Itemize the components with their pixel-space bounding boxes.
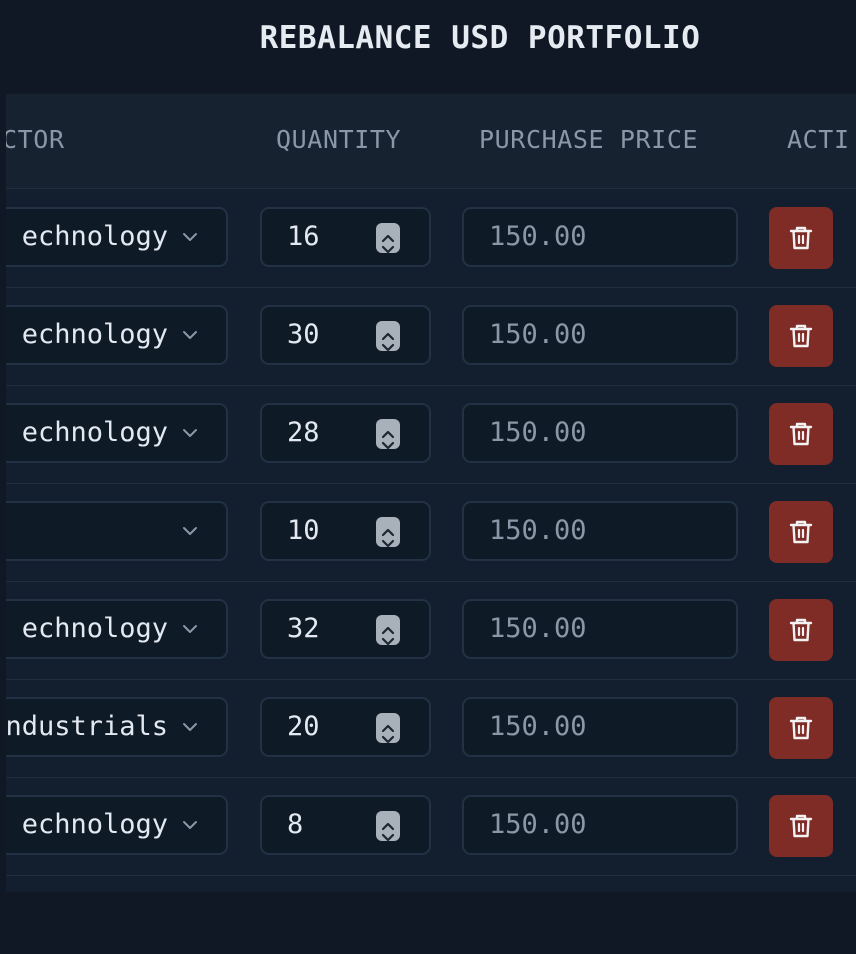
purchase-price-value: 150.00 xyxy=(489,809,587,840)
purchase-price-value: 150.00 xyxy=(489,515,587,546)
table-row: 10 150.00 xyxy=(6,483,856,582)
table-row: echnology 16 150.00 xyxy=(6,189,856,288)
table-header: CTOR QUANTITY PURCHASE PRICE ACTI xyxy=(6,94,856,189)
delete-row-button[interactable] xyxy=(769,795,833,857)
quantity-value: 16 xyxy=(287,221,320,252)
column-header-actions: ACTI xyxy=(787,125,850,154)
spinner-arrows-icon[interactable] xyxy=(376,517,400,548)
spinner-arrows-icon[interactable] xyxy=(376,811,400,842)
quantity-value: 10 xyxy=(287,515,320,546)
spinner-arrows-icon[interactable] xyxy=(376,321,400,352)
sector-select[interactable]: echnology xyxy=(6,403,228,463)
trash-icon xyxy=(789,814,813,838)
table-row: echnology 28 150.00 xyxy=(6,385,856,484)
sector-select[interactable]: echnology xyxy=(6,207,228,267)
quantity-value: 8 xyxy=(287,809,304,840)
sector-select-value: echnology xyxy=(21,319,168,350)
table-row: echnology 8 150.00 xyxy=(6,777,856,876)
quantity-stepper[interactable]: 10 xyxy=(260,501,431,561)
quantity-stepper[interactable]: 28 xyxy=(260,403,431,463)
sector-select[interactable]: echnology xyxy=(6,599,228,659)
purchase-price-value: 150.00 xyxy=(489,711,587,742)
column-header-quantity: QUANTITY xyxy=(276,125,402,154)
purchase-price-input[interactable]: 150.00 xyxy=(462,697,738,757)
spinner-arrows-icon[interactable] xyxy=(376,713,400,744)
purchase-price-input[interactable]: 150.00 xyxy=(462,501,738,561)
page-title: REBALANCE USD PORTFOLIO xyxy=(259,20,701,56)
quantity-stepper[interactable]: 8 xyxy=(260,795,431,855)
sector-select-value: echnology xyxy=(21,613,168,644)
delete-row-button[interactable] xyxy=(769,599,833,661)
quantity-stepper[interactable]: 16 xyxy=(260,207,431,267)
purchase-price-value: 150.00 xyxy=(489,221,587,252)
quantity-stepper[interactable]: 30 xyxy=(260,305,431,365)
trash-icon xyxy=(789,226,813,250)
sector-select[interactable]: echnology xyxy=(6,795,228,855)
purchase-price-value: 150.00 xyxy=(489,613,587,644)
sector-select-value: echnology xyxy=(21,417,168,448)
chevron-down-icon xyxy=(183,429,197,437)
column-header-purchase-price: PURCHASE PRICE xyxy=(479,125,699,154)
chevron-down-icon xyxy=(183,527,197,535)
sector-select-value: ndustrials xyxy=(6,711,168,742)
quantity-value: 32 xyxy=(287,613,320,644)
table-row xyxy=(6,875,856,892)
purchase-price-value: 150.00 xyxy=(489,417,587,448)
quantity-stepper[interactable]: 32 xyxy=(260,599,431,659)
purchase-price-input[interactable]: 150.00 xyxy=(462,305,738,365)
trash-icon xyxy=(789,716,813,740)
holdings-table: CTOR QUANTITY PURCHASE PRICE ACTI echnol… xyxy=(6,94,856,892)
delete-row-button[interactable] xyxy=(769,207,833,269)
purchase-price-input[interactable]: 150.00 xyxy=(462,599,738,659)
trash-icon xyxy=(789,324,813,348)
column-header-sector: CTOR xyxy=(6,125,65,154)
quantity-value: 30 xyxy=(287,319,320,350)
sector-select[interactable]: ndustrials xyxy=(6,697,228,757)
delete-row-button[interactable] xyxy=(769,403,833,465)
chevron-down-icon xyxy=(183,233,197,241)
purchase-price-input[interactable]: 150.00 xyxy=(462,795,738,855)
portfolio-page: REBALANCE USD PORTFOLIO CTOR QUANTITY PU… xyxy=(0,0,856,954)
quantity-stepper[interactable]: 20 xyxy=(260,697,431,757)
table-row: ndustrials 20 150.00 xyxy=(6,679,856,778)
delete-row-button[interactable] xyxy=(769,501,833,563)
sector-select[interactable] xyxy=(6,501,228,561)
chevron-down-icon xyxy=(183,821,197,829)
sector-select[interactable]: echnology xyxy=(6,305,228,365)
purchase-price-input[interactable]: 150.00 xyxy=(462,207,738,267)
spinner-arrows-icon[interactable] xyxy=(376,223,400,254)
delete-row-button[interactable] xyxy=(769,697,833,759)
quantity-value: 20 xyxy=(287,711,320,742)
chevron-down-icon xyxy=(183,331,197,339)
sector-select-value: echnology xyxy=(21,809,168,840)
table-row: echnology 30 150.00 xyxy=(6,287,856,386)
table-row: echnology 32 150.00 xyxy=(6,581,856,680)
trash-icon xyxy=(789,422,813,446)
spinner-arrows-icon[interactable] xyxy=(376,615,400,646)
chevron-down-icon xyxy=(183,625,197,633)
sector-select-value: echnology xyxy=(21,221,168,252)
chevron-down-icon xyxy=(183,723,197,731)
trash-icon xyxy=(789,618,813,642)
purchase-price-value: 150.00 xyxy=(489,319,587,350)
spinner-arrows-icon[interactable] xyxy=(376,419,400,450)
trash-icon xyxy=(789,520,813,544)
purchase-price-input[interactable]: 150.00 xyxy=(462,403,738,463)
delete-row-button[interactable] xyxy=(769,305,833,367)
quantity-value: 28 xyxy=(287,417,320,448)
